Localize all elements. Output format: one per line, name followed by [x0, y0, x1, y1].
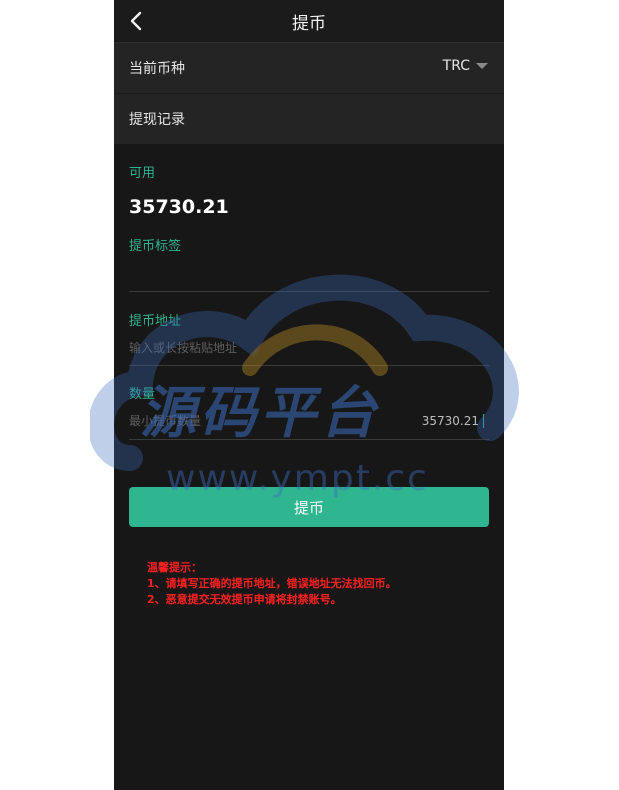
page-title: 提币 — [292, 14, 326, 34]
header-bar: 提币 — [114, 0, 504, 42]
quantity-label: 数量 — [129, 387, 156, 402]
text-cursor — [483, 414, 484, 428]
phone-screen: 提币 当前币种 TRC 提现记录 可用 35730.21 提币标签 提币地址 数… — [114, 0, 504, 790]
address-label: 提币地址 — [129, 314, 182, 329]
available-amount: 35730.21 — [129, 196, 229, 218]
max-amount: 35730.21 — [421, 414, 479, 428]
withdraw-history-label: 提现记录 — [129, 112, 185, 128]
currency-value-wrap[interactable]: TRC — [443, 58, 488, 74]
warm-tips: 温馨提示： 1、请填写正确的提币地址，错误地址无法找回币。 2、恶意提交无效提币… — [147, 560, 397, 608]
currency-selector[interactable]: 当前币种 TRC — [114, 42, 504, 93]
withdraw-history-link[interactable]: 提现记录 — [114, 93, 504, 144]
tag-input[interactable] — [129, 262, 429, 284]
tag-underline — [129, 291, 489, 292]
currency-value: TRC — [442, 58, 470, 74]
caret-down-icon — [476, 63, 488, 69]
quantity-input[interactable] — [129, 410, 429, 432]
currency-label: 当前币种 — [129, 61, 185, 77]
tips-line-2: 2、恶意提交无效提币申请将封禁账号。 — [147, 593, 342, 606]
address-input[interactable] — [129, 337, 429, 359]
quantity-underline — [129, 439, 489, 440]
address-underline — [129, 365, 489, 366]
max-amount-wrap[interactable]: 35730.21 — [422, 414, 484, 428]
tag-label: 提币标签 — [129, 239, 182, 254]
tips-line-1: 1、请填写正确的提币地址，错误地址无法找回币。 — [147, 577, 397, 590]
available-label: 可用 — [129, 166, 156, 181]
withdraw-submit-button[interactable]: 提币 — [129, 487, 489, 527]
tips-title: 温馨提示： — [147, 561, 202, 574]
